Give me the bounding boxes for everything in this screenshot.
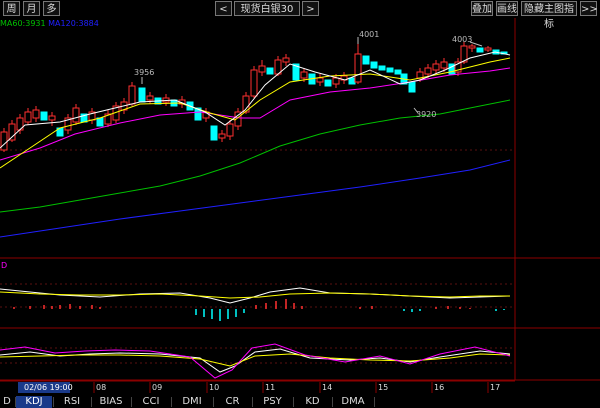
candle — [48, 112, 56, 126]
candle — [348, 77, 356, 85]
tab-psy[interactable]: PSY — [253, 396, 292, 408]
candle — [266, 67, 274, 75]
candle — [362, 55, 370, 65]
macd-label: D — [1, 261, 7, 270]
candle — [72, 104, 80, 125]
time-label: 10 — [209, 383, 219, 392]
time-label: 14 — [322, 383, 332, 392]
annotation-high-3956: 3956 — [134, 68, 154, 77]
candle — [370, 61, 378, 69]
candle — [408, 81, 416, 93]
candle — [88, 108, 96, 124]
candle — [146, 92, 154, 104]
candle — [258, 60, 266, 76]
candle — [484, 46, 492, 52]
candle — [316, 74, 324, 86]
candle — [394, 69, 402, 75]
candle — [218, 130, 226, 142]
candle — [340, 72, 348, 84]
tab-dma[interactable]: DMA — [333, 396, 373, 408]
candle — [210, 125, 218, 141]
time-label: 17 — [490, 383, 500, 392]
candle — [324, 79, 332, 87]
time-label: 09 — [152, 383, 162, 392]
candle — [24, 108, 32, 125]
candle — [96, 117, 104, 127]
tab-rsi[interactable]: RSI — [54, 396, 90, 408]
candlesticks — [0, 42, 508, 152]
candle — [138, 87, 146, 103]
tab-cci[interactable]: CCI — [132, 396, 170, 408]
candle — [202, 108, 210, 122]
candle — [128, 82, 136, 106]
macd-histogram — [13, 299, 505, 321]
ma-blue-line — [0, 159, 511, 238]
candle — [250, 66, 258, 98]
tab-cr[interactable]: CR — [214, 396, 251, 408]
candle — [32, 106, 40, 122]
time-label: 08 — [96, 383, 106, 392]
candle — [282, 54, 290, 66]
candle — [386, 67, 394, 73]
tab-d[interactable]: D — [0, 396, 14, 408]
candle — [476, 47, 484, 53]
candle — [64, 114, 72, 134]
time-axis-labels: 08 09 10 11 14 15 16 17 — [93, 382, 500, 393]
candle — [104, 110, 112, 127]
candle — [274, 56, 282, 76]
tab-separator — [374, 397, 375, 407]
kdj-j-line — [0, 343, 511, 379]
annotation-high-4001: 4001 — [359, 30, 379, 39]
annotation-high-4003: 4003 — [452, 35, 472, 44]
tab-dmi[interactable]: DMI — [172, 396, 212, 408]
time-cursor-label: 02/06 19:00 — [24, 383, 73, 392]
kline-chart[interactable]: 3956 4001 4003 3920 D 02/06 19:00 08 09 10… — [0, 0, 600, 408]
macd-dif-line — [0, 287, 511, 304]
candle — [454, 58, 462, 76]
candle — [354, 44, 362, 84]
tab-kdj[interactable]: KDJ — [16, 396, 52, 408]
candle — [0, 128, 8, 152]
tab-kd[interactable]: KD — [294, 396, 331, 408]
candle — [40, 111, 48, 121]
annotation-low-3920: 3920 — [416, 110, 436, 119]
candle — [378, 65, 386, 71]
time-label: 11 — [265, 383, 275, 392]
kdj-k-line — [0, 348, 511, 373]
time-label: 16 — [434, 383, 444, 392]
candle — [468, 44, 476, 52]
tab-bias[interactable]: BIAS — [92, 396, 130, 408]
candle — [432, 60, 440, 74]
time-label: 15 — [378, 383, 388, 392]
